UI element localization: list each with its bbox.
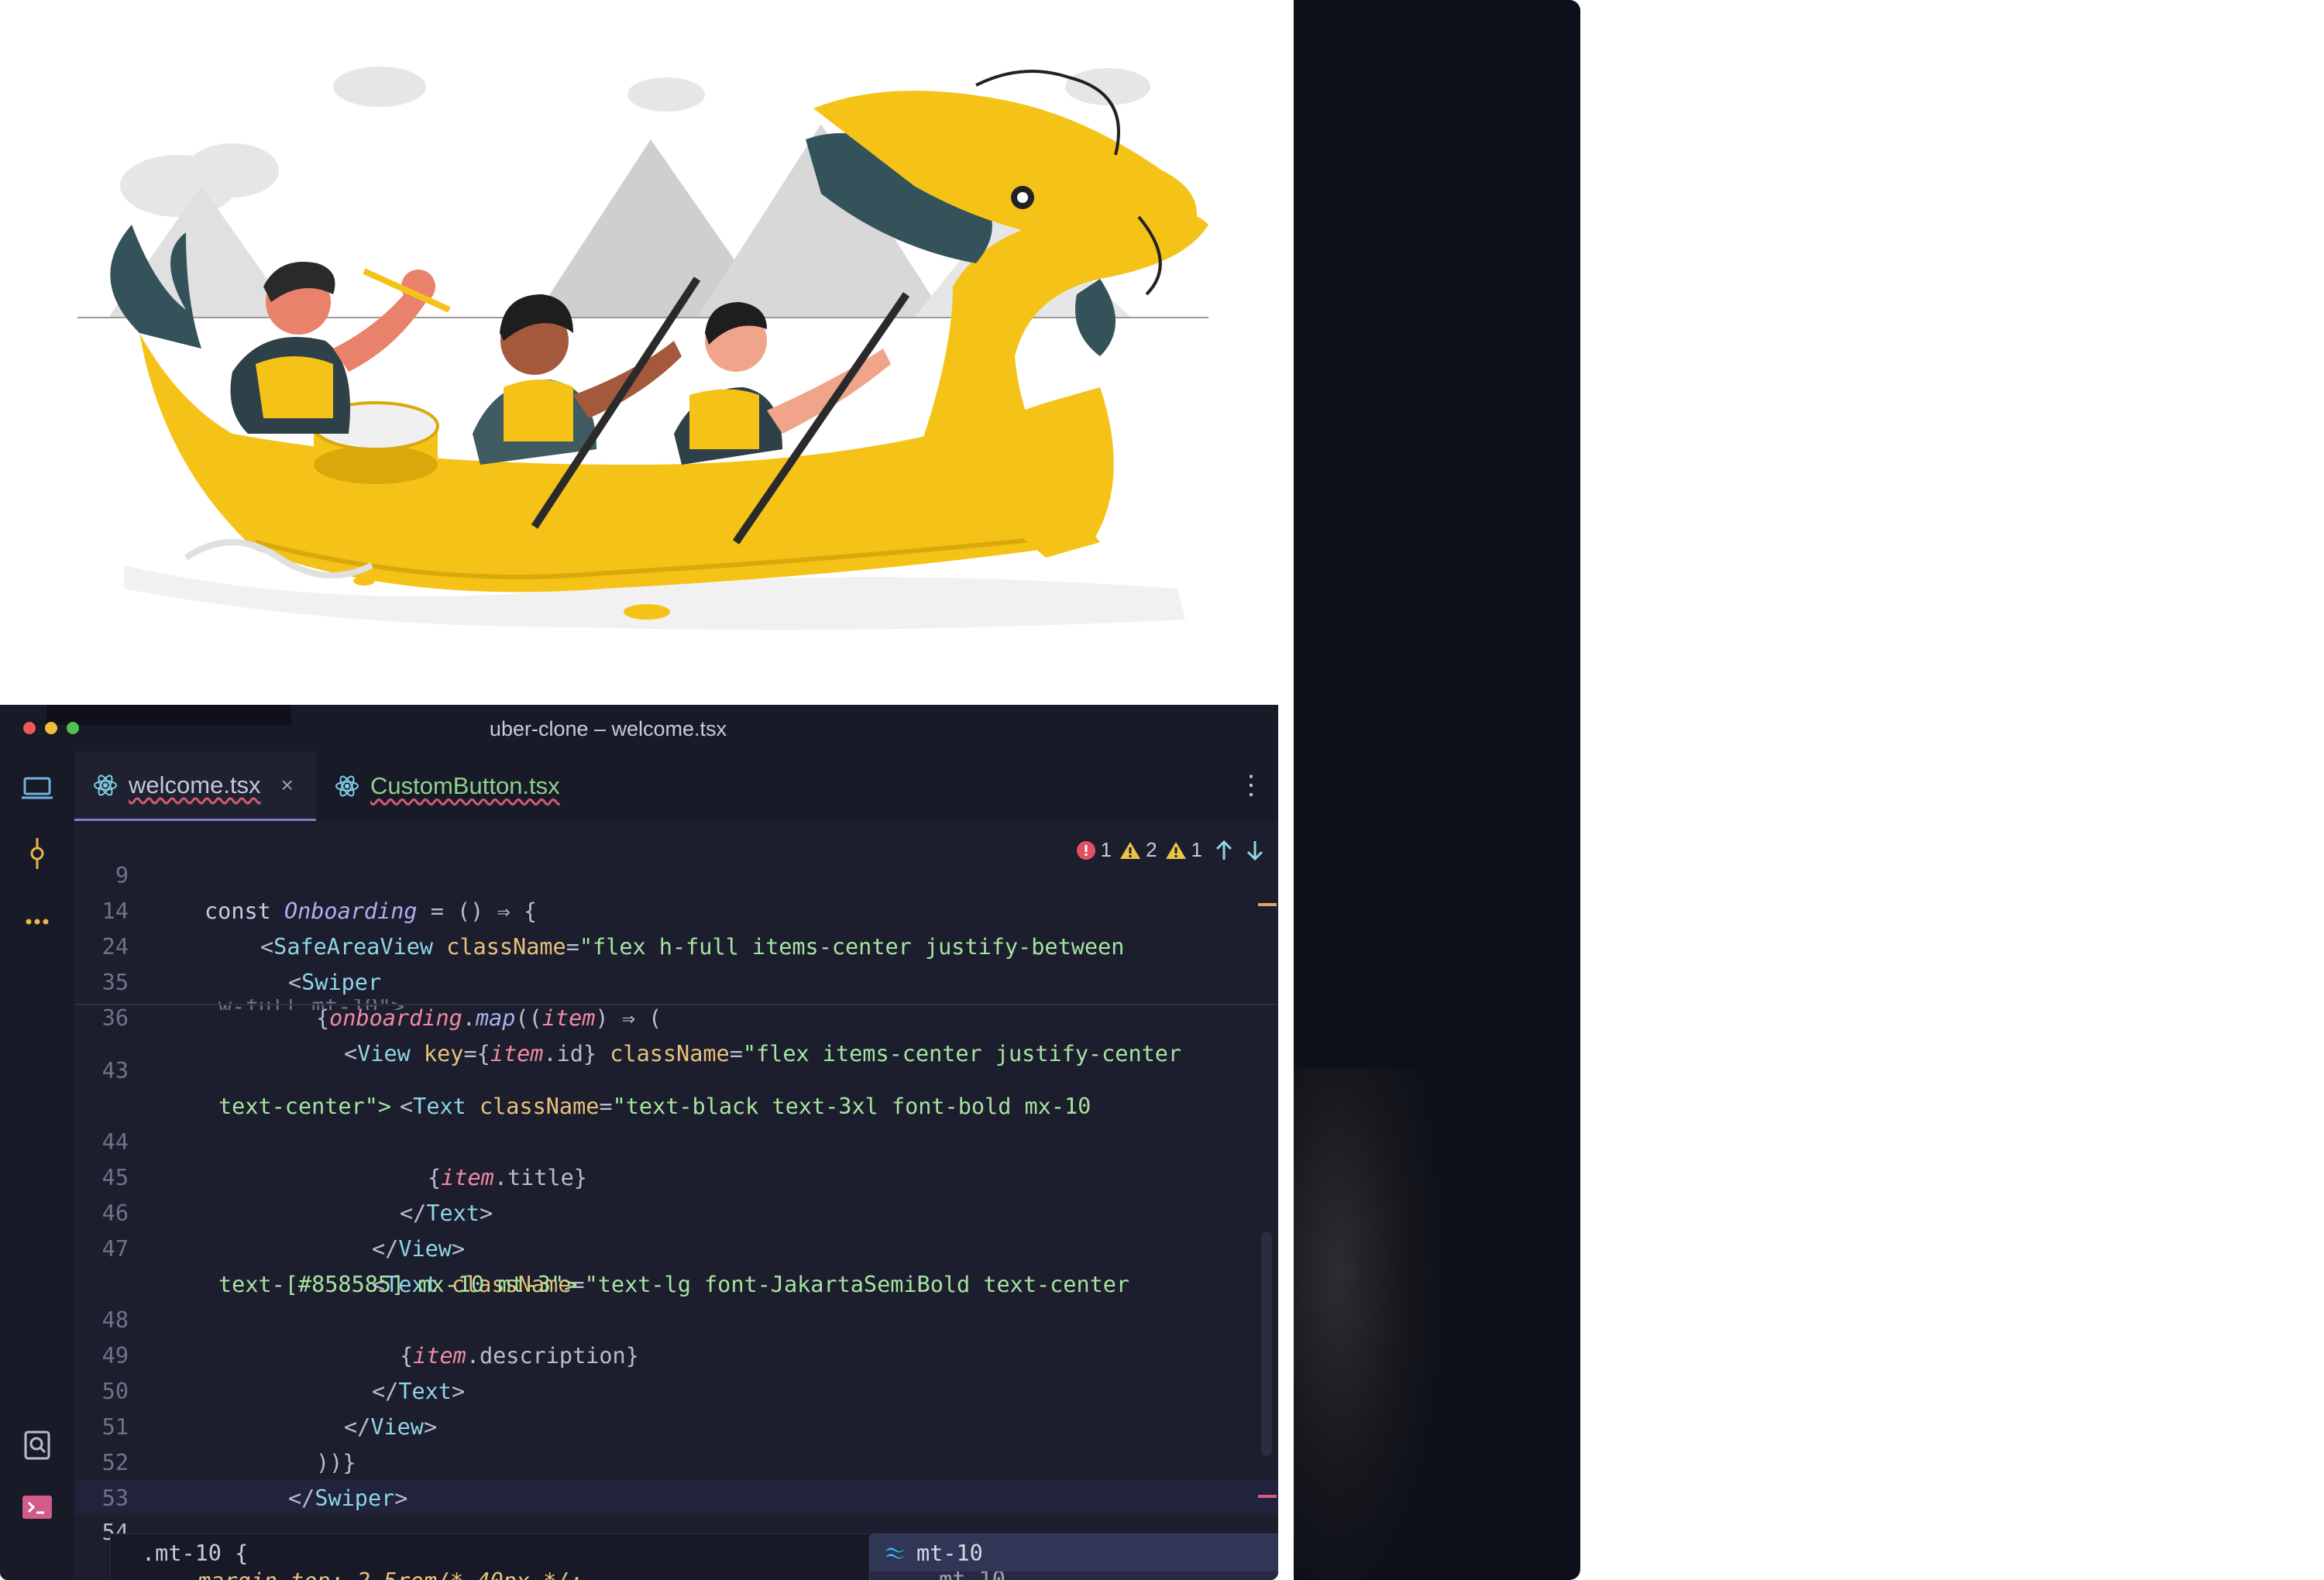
window-title: uber-clone – welcome.tsx xyxy=(489,717,727,740)
tab-custombutton[interactable]: CustomButton.tsx xyxy=(335,751,560,821)
code-line[interactable]: 44 {item.title} xyxy=(74,1089,1260,1190)
code-line[interactable]: 43 <Text className="text-black text-3xl … xyxy=(74,1018,1260,1119)
code-line[interactable]: 35 {onboarding.map((item) ⇒ ( xyxy=(74,929,1260,1031)
doc-selector: .mt-10 { xyxy=(142,1540,249,1566)
background-blur xyxy=(1294,1069,1441,1580)
terminal-icon[interactable] xyxy=(19,1489,56,1526)
dragon-boat-illustration xyxy=(0,0,1294,705)
explorer-icon[interactable] xyxy=(19,770,56,807)
vertical-scrollbar[interactable] xyxy=(1261,1231,1272,1456)
title-bar: uber-clone – welcome.tsx xyxy=(0,705,1278,751)
code-line-current[interactable]: 54 <CustomButton title="Next" className=… xyxy=(74,1479,1260,1580)
code-line[interactable]: 51 ))} xyxy=(74,1374,1260,1475)
ide-window: uber-clone – welcome.tsx welcome.tsx × C… xyxy=(0,705,1278,1580)
code-line[interactable]: 36 <View key={item.id} className="flex i… xyxy=(74,965,1260,1066)
code-line[interactable]: 45 </Text> xyxy=(74,1125,1260,1226)
react-icon xyxy=(335,774,359,799)
code-line[interactable]: 47 <Text className="text-lg font-Jakarta… xyxy=(74,1196,1260,1297)
completion-item[interactable]: mt-10 xyxy=(870,1534,1278,1571)
react-icon xyxy=(93,773,118,798)
code-editor[interactable]: 1 2 1 9 const Onboarding = () ⇒ { 14 <Sa… xyxy=(74,821,1278,1580)
tab-bar: welcome.tsx × CustomButton.tsx ⋮ xyxy=(74,751,1278,822)
gutter-marker xyxy=(1258,1495,1277,1498)
code-line-wrap[interactable]: text-center"> xyxy=(74,1053,1260,1119)
kebab-menu-icon[interactable]: ⋮ xyxy=(1238,767,1264,804)
code-line[interactable]: 53 xyxy=(74,1445,1260,1511)
completion-label: mt-10 xyxy=(916,1540,983,1566)
code-line[interactable]: 50 </View> xyxy=(74,1338,1260,1440)
doc-property: margin-top: 2.5rem/* 40px */; xyxy=(198,1568,583,1580)
code-line[interactable]: 24 <Swiper xyxy=(74,894,1260,995)
illustration-svg xyxy=(77,67,1208,630)
activity-bar xyxy=(0,751,75,1580)
completion-popup: mt-10 -mt-10 xyxy=(869,1534,1278,1580)
search-icon[interactable] xyxy=(19,1427,56,1464)
tab-label: welcome.tsx xyxy=(129,771,261,799)
sticky-header-separator xyxy=(74,1004,1278,1005)
css-doc-popup: .mt-10 { margin-top: 2.5rem/* 40px */; xyxy=(110,1534,871,1580)
code-line[interactable]: 46 </View> xyxy=(74,1160,1260,1262)
code-line-wrap[interactable]: text-[#858585] mx-10 mt-3"> xyxy=(74,1231,1260,1297)
tab-welcome[interactable]: welcome.tsx × xyxy=(74,751,316,821)
git-commit-icon[interactable] xyxy=(19,835,56,872)
code-line[interactable]: 49 </Text> xyxy=(74,1303,1260,1404)
code-line[interactable]: 14 <SafeAreaView className="flex h-full … xyxy=(74,858,1260,960)
code-line[interactable]: 9 const Onboarding = () ⇒ { xyxy=(74,823,1260,924)
more-icon[interactable] xyxy=(19,903,56,940)
completion-next-fragment: -mt-10 xyxy=(926,1571,1006,1580)
close-tab-icon[interactable]: × xyxy=(281,773,294,798)
code-line[interactable]: 52 </Swiper> xyxy=(74,1410,1260,1511)
tab-label: CustomButton.tsx xyxy=(370,772,560,799)
code-line[interactable]: 48 {item.description} xyxy=(74,1267,1260,1369)
tailwind-icon xyxy=(884,1545,907,1561)
gutter-marker xyxy=(1258,903,1277,906)
